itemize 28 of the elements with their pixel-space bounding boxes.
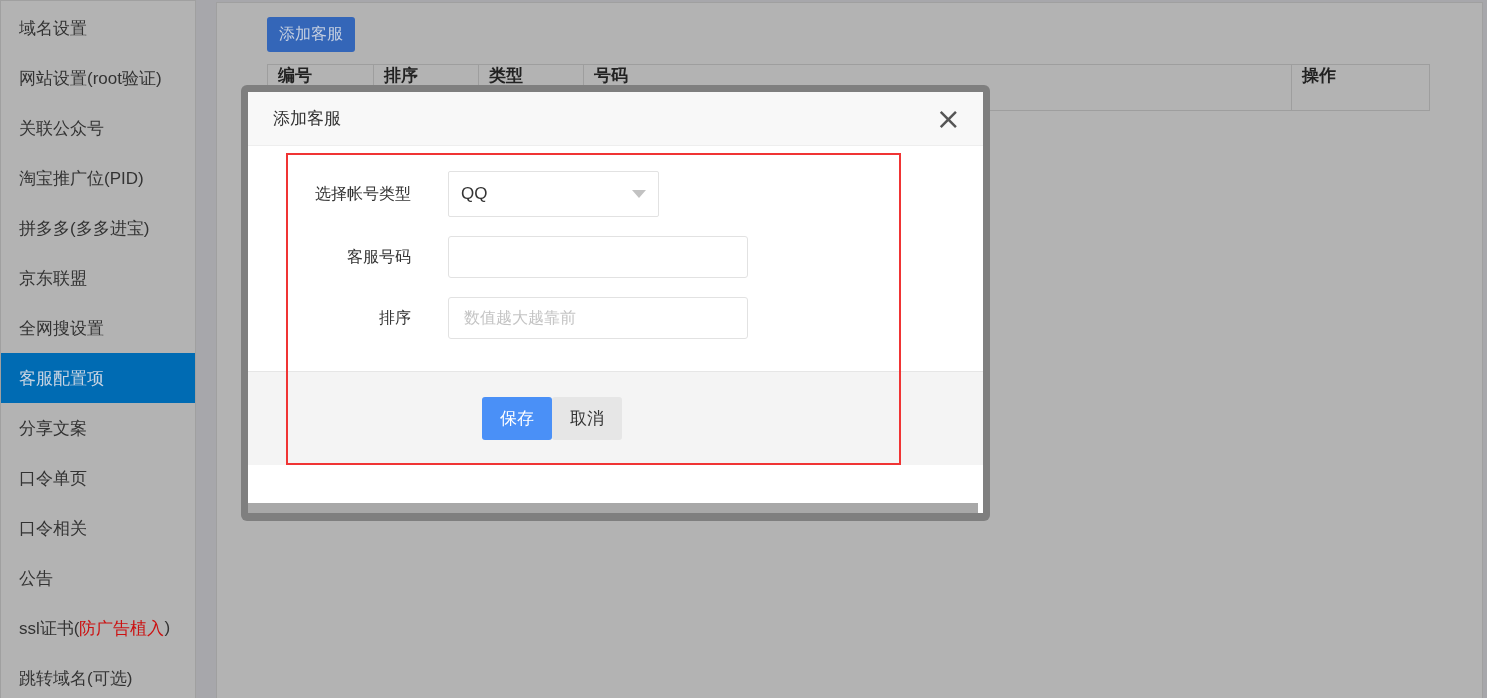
type-select[interactable]: QQ <box>448 171 659 217</box>
sidebar-item[interactable]: 网站设置(root验证) <box>1 53 195 103</box>
field-label: 排序 <box>378 307 411 328</box>
sidebar-item[interactable]: 公告 <box>1 553 195 603</box>
input-field[interactable]: 数值越大越靠前 <box>448 297 748 339</box>
caret-icon <box>632 190 646 198</box>
cancel-button[interactable]: 取消 <box>552 397 622 440</box>
sidebar-item[interactable]: ssl证书(防广告植入) <box>1 603 195 653</box>
sidebar-item[interactable]: 分享文案 <box>1 403 195 453</box>
sidebar-item[interactable]: 口令相关 <box>1 503 195 553</box>
scrollbar[interactable] <box>248 503 978 513</box>
sidebar-item[interactable]: 京东联盟 <box>1 253 195 303</box>
field-label: 选择帐号类型 <box>314 183 411 204</box>
column-header: 操作 <box>1291 65 1431 110</box>
field-label: 客服号码 <box>346 246 411 267</box>
sidebar-item[interactable]: 客服配置项 <box>1 353 195 403</box>
sidebar-item[interactable]: 口令单页 <box>1 453 195 503</box>
sidebar-item[interactable]: 跳转域名(可选) <box>1 653 195 698</box>
save-button[interactable]: 保存 <box>482 397 552 440</box>
sidebar-item[interactable]: 拼多多(多多进宝) <box>1 203 195 253</box>
add-button[interactable]: 添加客服 <box>267 17 355 52</box>
sidebar-item[interactable]: 域名设置 <box>1 3 195 53</box>
sidebar-item[interactable]: 关联公众号 <box>1 103 195 153</box>
sidebar-item[interactable]: 淘宝推广位(PID) <box>1 153 195 203</box>
dialog-title: 添加客服 <box>273 108 341 130</box>
input-field[interactable] <box>448 236 748 278</box>
column-header: 编号 <box>277 65 313 87</box>
sidebar-item[interactable]: 全网搜设置 <box>1 303 195 353</box>
